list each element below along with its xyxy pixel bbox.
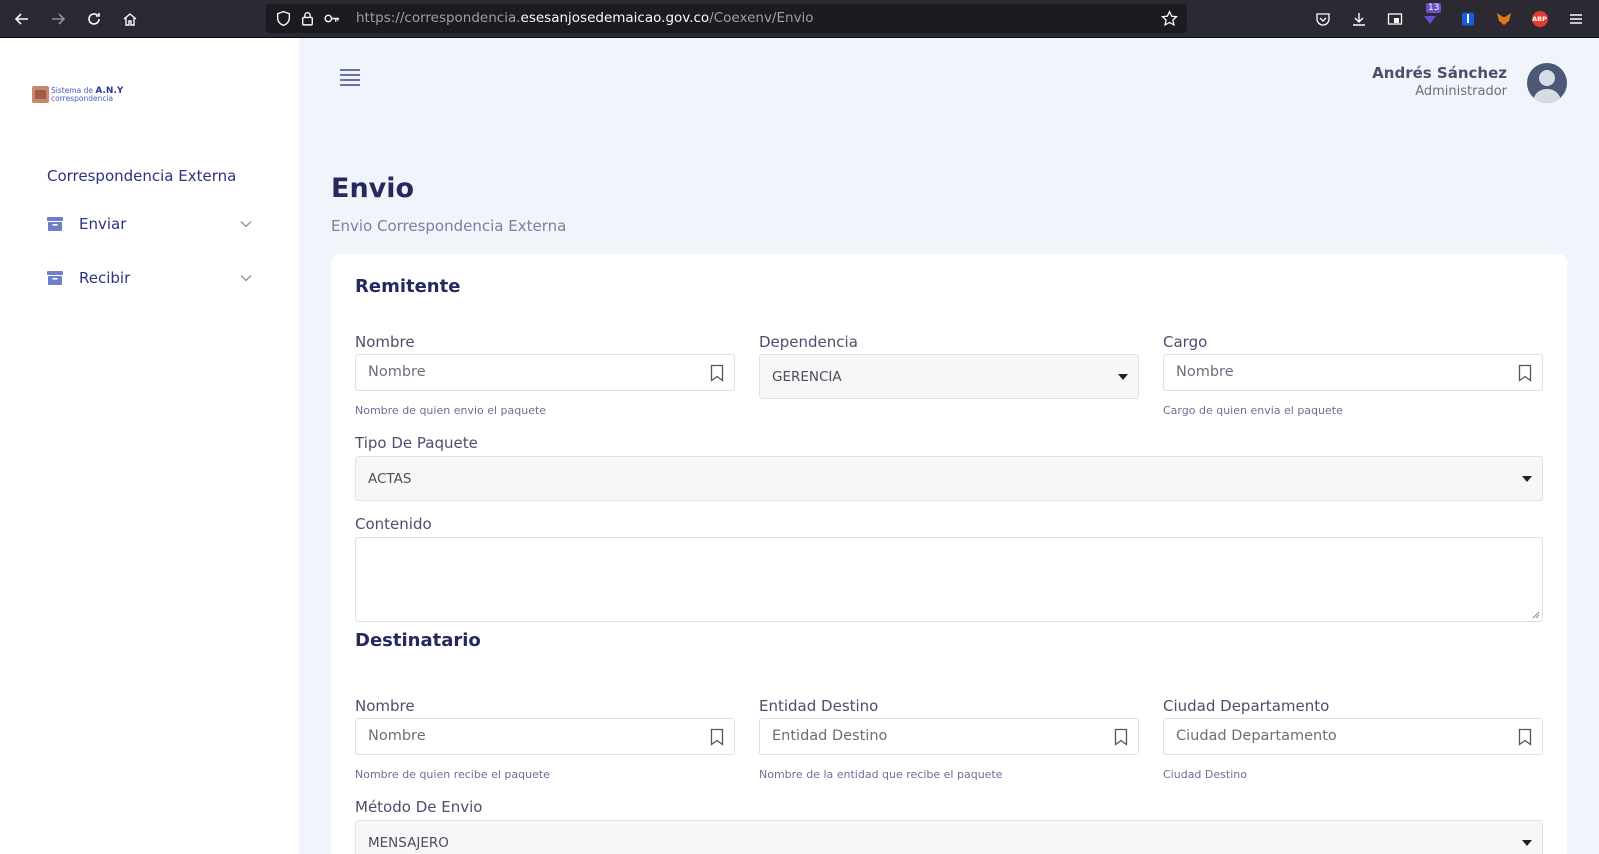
home-icon[interactable] xyxy=(117,6,143,32)
input-placeholder: Ciudad Departamento xyxy=(1176,728,1337,744)
user-name[interactable]: Andrés Sánchez xyxy=(1372,64,1507,82)
logo-icon xyxy=(32,86,49,103)
bookmark-icon xyxy=(710,728,724,746)
cargo-label: Cargo xyxy=(1163,333,1208,351)
bitwarden-icon[interactable] xyxy=(1458,9,1477,28)
input-placeholder: Nombre xyxy=(1176,364,1234,380)
caret-down-icon xyxy=(1118,374,1128,380)
destinatario-heading: Destinatario xyxy=(355,630,481,651)
archive-icon xyxy=(47,217,63,231)
main-content: Andrés Sánchez Administrador Envio Envio… xyxy=(299,38,1599,854)
forward-icon[interactable] xyxy=(45,6,71,32)
address-bar[interactable]: https://correspondencia.esesanjosedemaic… xyxy=(266,4,1187,33)
browser-toolbar: https://correspondencia.esesanjosedemaic… xyxy=(0,0,1599,38)
bookmark-icon xyxy=(710,364,724,382)
cargo-help: Cargo de quien envia el paquete xyxy=(1163,404,1343,417)
screenshot-icon[interactable] xyxy=(1385,9,1404,28)
adblock-label: ABP xyxy=(1531,10,1548,27)
reload-icon[interactable] xyxy=(81,6,107,32)
input-placeholder: Nombre xyxy=(368,728,426,744)
app-logo[interactable]: Sistema de A.N.Y correspondencia xyxy=(32,86,123,103)
page-subtitle: Envio Correspondencia Externa xyxy=(331,217,567,235)
bookmark-icon xyxy=(1114,728,1128,746)
metamask-icon[interactable] xyxy=(1494,9,1513,28)
user-avatar-icon xyxy=(1532,70,1562,103)
hamburger-menu-icon[interactable] xyxy=(339,68,361,86)
contenido-label: Contenido xyxy=(355,515,432,533)
user-role: Administrador xyxy=(1415,84,1507,99)
extension-badge-count: 13 xyxy=(1426,3,1442,13)
back-icon[interactable] xyxy=(9,6,35,32)
envio-form-card: Remitente Nombre Nombre Nombre de quien … xyxy=(331,254,1567,854)
resize-handle-icon[interactable] xyxy=(1530,609,1540,619)
url-path: /Coexenv/Envio xyxy=(709,10,814,26)
remitente-heading: Remitente xyxy=(355,276,461,297)
url-text: https://correspondencia.esesanjosedemaic… xyxy=(356,10,814,26)
select-value: GERENCIA xyxy=(772,369,842,385)
url-host: esesanjosedemaicao.gov.co xyxy=(520,10,710,26)
page-title: Envio xyxy=(331,173,415,204)
sidebar-item-label: Enviar xyxy=(79,215,127,233)
lock-icon[interactable] xyxy=(299,10,316,27)
input-placeholder: Nombre xyxy=(368,364,426,380)
select-value: ACTAS xyxy=(368,471,412,487)
shield-icon[interactable] xyxy=(275,10,292,27)
tipo-paquete-select[interactable]: ACTAS xyxy=(355,456,1543,501)
logo-line2: correspondencia xyxy=(51,93,114,103)
sidebar-item-label: Recibir xyxy=(79,269,131,287)
ciudad-departamento-label: Ciudad Departamento xyxy=(1163,697,1330,715)
entidad-destino-help: Nombre de la entidad que recibe el paque… xyxy=(759,768,1003,781)
bookmark-icon xyxy=(1518,728,1532,746)
metodo-envio-label: Método De Envio xyxy=(355,798,483,816)
ciudad-departamento-input[interactable]: Ciudad Departamento xyxy=(1163,718,1543,755)
tipo-paquete-label: Tipo De Paquete xyxy=(355,434,478,452)
destinatario-nombre-input[interactable]: Nombre xyxy=(355,718,735,755)
adblock-icon[interactable]: ABP xyxy=(1530,9,1549,28)
select-value: MENSAJERO xyxy=(368,835,449,851)
remitente-nombre-help: Nombre de quien envio el paquete xyxy=(355,404,547,417)
entidad-destino-label: Entidad Destino xyxy=(759,697,879,715)
sidebar-item-enviar[interactable]: Enviar xyxy=(47,209,252,239)
key-icon[interactable] xyxy=(323,10,340,27)
destinatario-nombre-help: Nombre de quien recibe el paquete xyxy=(355,768,550,781)
remitente-nombre-input[interactable]: Nombre xyxy=(355,354,735,391)
bookmark-icon xyxy=(1518,364,1532,382)
chevron-down-icon xyxy=(240,275,252,282)
caret-down-icon xyxy=(1522,476,1532,482)
download-icon[interactable] xyxy=(1349,9,1368,28)
dependencia-select[interactable]: GERENCIA xyxy=(759,354,1139,399)
metodo-envio-select[interactable]: MENSAJERO xyxy=(355,820,1543,854)
logo-text: Sistema de A.N.Y correspondencia xyxy=(51,86,123,103)
destinatario-nombre-label: Nombre xyxy=(355,697,415,715)
dependencia-label: Dependencia xyxy=(759,333,858,351)
chevron-down-icon xyxy=(240,221,252,228)
ciudad-departamento-help: Ciudad Destino xyxy=(1163,768,1247,781)
sidebar-item-recibir[interactable]: Recibir xyxy=(47,263,252,293)
remitente-nombre-label: Nombre xyxy=(355,333,415,351)
avatar[interactable] xyxy=(1527,63,1567,103)
star-icon[interactable] xyxy=(1161,10,1178,27)
pocket-icon[interactable] xyxy=(1313,9,1332,28)
sidebar-section-title: Correspondencia Externa xyxy=(47,167,237,185)
menu-icon[interactable] xyxy=(1566,9,1585,28)
archive-icon xyxy=(47,271,63,285)
caret-down-icon xyxy=(1522,840,1532,846)
input-placeholder: Entidad Destino xyxy=(772,728,888,744)
extension-badge-icon[interactable]: 13 xyxy=(1420,3,1442,28)
sidebar: Sistema de A.N.Y correspondencia Corresp… xyxy=(0,38,299,854)
entidad-destino-input[interactable]: Entidad Destino xyxy=(759,718,1139,755)
cargo-input[interactable]: Nombre xyxy=(1163,354,1543,391)
contenido-textarea[interactable] xyxy=(355,537,1543,622)
url-prefix: https://correspondencia. xyxy=(356,10,521,26)
